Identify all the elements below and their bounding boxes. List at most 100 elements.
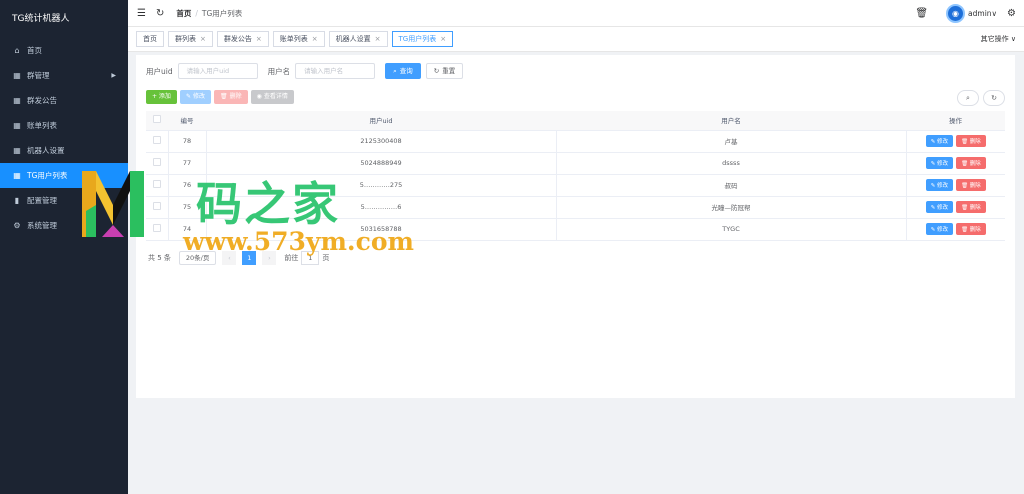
edit-button[interactable]: ✎ 修改	[179, 90, 211, 104]
tag-0[interactable]: 首页	[136, 31, 164, 47]
uid-input[interactable]: 请输入用户uid	[177, 63, 258, 79]
row-delete-button[interactable]: 🗑 删除	[956, 201, 986, 213]
col-uid: 用户uid	[206, 111, 556, 131]
row-edit-button[interactable]: ✎ 修改	[925, 179, 954, 191]
row-checkbox[interactable]	[146, 196, 169, 219]
tag-label: 群发公告	[223, 35, 252, 43]
row-edit-button[interactable]: ✎ 修改	[925, 223, 954, 235]
trash-icon: 🗑	[219, 93, 228, 100]
chevron-right-icon: ▶	[111, 72, 116, 79]
sidebar-item-label: 系统管理	[27, 221, 57, 230]
sidebar-item-3[interactable]: ▦ 账单列表	[0, 113, 128, 138]
row-delete-button[interactable]: 🗑 删除	[956, 223, 986, 235]
sidebar-item-label: 账单列表	[27, 121, 57, 130]
row-checkbox[interactable]	[146, 130, 169, 153]
detail-button[interactable]: ◉ 查看详情	[250, 90, 294, 104]
row-edit-button[interactable]: ✎ 修改	[925, 157, 954, 169]
tag-1[interactable]: 群列表 ×	[168, 31, 213, 47]
total-count: 共 5 条	[148, 254, 171, 262]
tag-4[interactable]: 机器人设置 ×	[328, 31, 388, 47]
grid-icon: ▦	[13, 121, 21, 130]
grid-icon: ▦	[13, 96, 21, 105]
cell-uid: 2125300408	[206, 130, 557, 153]
home-icon: ⌂	[14, 46, 20, 55]
close-icon[interactable]: ×	[312, 32, 318, 46]
add-button[interactable]: + 添加	[146, 90, 177, 104]
cell-actions: ✎ 修改 🗑 删除	[906, 196, 1005, 219]
cell-username: TYGC	[556, 218, 907, 241]
app-brand: TG统计机器人	[12, 14, 70, 24]
row-checkbox[interactable]	[146, 218, 169, 241]
close-icon[interactable]: ×	[200, 32, 206, 46]
search-button[interactable]: ⌕ 查询	[385, 63, 421, 79]
tag-label: 机器人设置	[335, 35, 371, 43]
sidebar-item-label: 首页	[27, 46, 42, 55]
sidebar-item-label: TG用户列表	[27, 171, 68, 180]
cell-actions: ✎ 修改 🗑 删除	[906, 130, 1005, 153]
reset-icon: ↻	[433, 67, 440, 75]
search-toggle-icon[interactable]: ⌕	[957, 90, 979, 106]
tag-3[interactable]: 账单列表 ×	[272, 31, 325, 47]
delete-button[interactable]: 🗑 删除	[213, 90, 248, 104]
search-form: 用户uid 请输入用户uid 用户名 请输入用户名 ⌕ 查询 ↻ 重置	[146, 63, 468, 79]
tag-label: 账单列表	[279, 35, 308, 43]
row-edit-button[interactable]: ✎ 修改	[925, 135, 954, 147]
eye-icon: ◉	[256, 93, 262, 100]
row-checkbox[interactable]	[146, 174, 169, 197]
breadcrumb-current: TG用户列表	[201, 8, 243, 18]
row-delete-button[interactable]: 🗑 删除	[956, 135, 986, 147]
search-icon: ⌕	[393, 67, 397, 75]
col-id: 编号	[168, 111, 206, 131]
grid-icon: ▦	[13, 171, 21, 180]
sidebar-item-label: 机器人设置	[27, 146, 65, 155]
row-delete-button[interactable]: 🗑 删除	[956, 157, 986, 169]
sidebar-item-label: 配置管理	[27, 196, 57, 205]
tag-5[interactable]: TG用户列表 ×	[391, 31, 454, 47]
table-header-row: 编号 用户uid 用户名 操作	[146, 111, 1005, 131]
refresh-icon[interactable]: ↻	[156, 8, 164, 19]
table-toolbar: + 添加 ✎ 修改 🗑 删除 ◉ 查看详情	[146, 90, 297, 104]
user-menu[interactable]: admin∨	[968, 9, 997, 18]
tag-list: 首页 群列表 × 群发公告 × 账单列表 × 机器人设置 × TG用户列表 ×	[136, 31, 457, 47]
chart-icon: ▮	[14, 196, 20, 205]
other-operations-dropdown[interactable]: 其它操作 ∨	[981, 34, 1016, 44]
username-input[interactable]: 请输入用户名	[295, 63, 376, 79]
tag-2[interactable]: 群发公告 ×	[216, 31, 269, 47]
cell-actions: ✎ 修改 🗑 删除	[906, 218, 1005, 241]
sidebar-item-2[interactable]: ▦ 群发公告	[0, 88, 128, 113]
gear-icon: ⚙	[13, 221, 21, 230]
select-all-checkbox[interactable]	[146, 111, 168, 131]
close-icon[interactable]: ×	[375, 32, 381, 46]
tags-view: 首页 群列表 × 群发公告 × 账单列表 × 机器人设置 × TG用户列表 × 其它操作 ∨	[128, 26, 1024, 52]
refresh-table-icon[interactable]: ↻	[983, 90, 1005, 106]
row-checkbox[interactable]	[146, 152, 169, 175]
col-username: 用户名	[556, 111, 906, 131]
settings-gear-icon[interactable]: ⚙	[1007, 8, 1016, 19]
sidebar-item-1[interactable]: ▦ 群管理 ▶	[0, 63, 128, 88]
trash-icon[interactable]: 🗑	[915, 8, 928, 19]
table-row[interactable]: 78 2125300408 卢基 ✎ 修改 🗑 删除	[146, 130, 1005, 153]
breadcrumb-home[interactable]: 首页	[176, 9, 191, 18]
grid-icon: ▦	[13, 146, 21, 155]
sidebar-item-label: 群发公告	[27, 96, 57, 105]
close-icon[interactable]: ×	[256, 32, 262, 46]
row-edit-button[interactable]: ✎ 修改	[925, 201, 954, 213]
watermark-url: www.573ym.com	[183, 227, 414, 256]
cell-username: dssss	[556, 152, 907, 175]
cell-actions: ✎ 修改 🗑 删除	[906, 152, 1005, 175]
cell-username: 叔码	[556, 174, 907, 197]
sidebar-item-label: 群管理	[27, 71, 50, 80]
sidebar-item-4[interactable]: ▦ 机器人设置	[0, 138, 128, 163]
avatar[interactable]: ◉	[946, 3, 966, 23]
watermark-title: 码之家	[196, 177, 340, 231]
row-delete-button[interactable]: 🗑 删除	[956, 179, 986, 191]
tag-label: 群列表	[175, 35, 196, 43]
hamburger-icon[interactable]: ☰	[137, 8, 146, 19]
sidebar-item-0[interactable]: ⌂ 首页	[0, 38, 128, 63]
close-icon[interactable]: ×	[440, 32, 446, 46]
reset-button[interactable]: ↻ 重置	[425, 63, 464, 79]
tag-label: 首页	[143, 35, 157, 43]
top-navbar: ☰ ↻ 首页 / TG用户列表 🗑 ◉ admin∨ ⚙	[128, 0, 1024, 26]
table-right-tools: ⌕ ↻	[953, 90, 1005, 106]
grid-icon: ▦	[13, 71, 21, 80]
